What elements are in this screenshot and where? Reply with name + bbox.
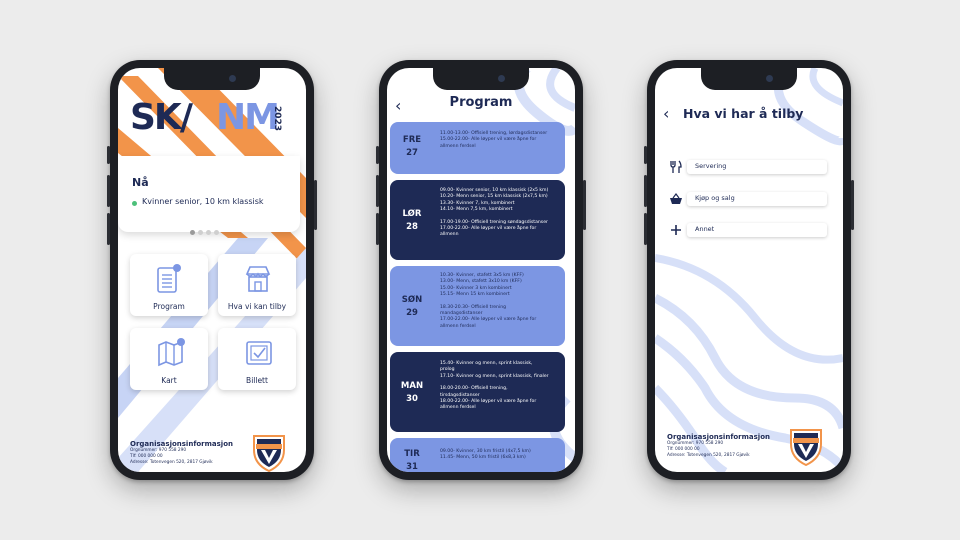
shopping-basket-icon <box>670 193 682 204</box>
phone-program: ‹ Program FRE 27 11.00-13.00- Offisiell t… <box>376 60 586 480</box>
day-block-fre[interactable]: FRE 27 11.00-13.00- Offisiell trening, lø… <box>390 122 565 174</box>
phone-offers: ‹ Hva vi har å tilby Servering ⌄ Kjøp og … <box>644 60 854 480</box>
chevron-down-icon: ⌄ <box>695 161 701 169</box>
tile-program[interactable]: Program <box>130 254 208 316</box>
offer-servering[interactable]: Servering ⌄ <box>669 160 829 176</box>
decorative-waves <box>655 68 843 472</box>
pager-dot[interactable] <box>214 230 219 235</box>
club-badge-logo <box>253 435 285 472</box>
day-label: SØN 29 <box>401 295 423 318</box>
pager-dot[interactable] <box>198 230 203 235</box>
plus-icon <box>671 225 681 235</box>
day-block-lor[interactable]: LØR 28 09.00- Kvinner senior, 10 km klass… <box>390 180 565 260</box>
offer-annet[interactable]: Annet ⌄ <box>669 223 829 239</box>
tile-label: Program <box>153 302 185 311</box>
live-status-dot <box>132 201 137 206</box>
day-block-son[interactable]: SØN 29 10.30- Kvinner, stafett 3x5 km (KF… <box>390 266 565 346</box>
offers-screen: ‹ Hva vi har å tilby Servering ⌄ Kjøp og … <box>655 68 843 472</box>
list-document-icon <box>157 264 181 293</box>
tile-label: Kart <box>161 376 177 385</box>
tile-map[interactable]: Kart <box>130 328 208 390</box>
day-events: 11.00-13.00- Offisiell trening, lørdagsd… <box>440 131 548 149</box>
chevron-down-icon: ⌄ <box>695 224 701 232</box>
org-title: Organisasjonsinformasjon <box>667 433 771 441</box>
day-events: 09.00- Kvinner senior, 10 km klassisk (2… <box>440 188 549 238</box>
shop-icon <box>245 266 271 292</box>
tile-ticket[interactable]: Billett <box>218 328 296 390</box>
day-block-tir[interactable]: TIR 31 09.00- Kvinner, 30 km fristil (4x7… <box>390 438 565 472</box>
offer-kjop-og-salg[interactable]: Kjøp og salg ⌄ <box>669 192 829 208</box>
day-label: MAN 30 <box>400 381 424 404</box>
now-title: Nå <box>132 176 149 189</box>
day-events: 10.30- Kvinner, stafett 3x5 km (KFF) 13.… <box>440 273 537 329</box>
map-icon <box>158 338 185 367</box>
day-events: 15.40- Kvinner og menn, sprint klassisk,… <box>440 361 549 411</box>
program-screen: ‹ Program FRE 27 11.00-13.00- Offisiell t… <box>387 68 575 472</box>
pager-dot[interactable] <box>206 230 211 235</box>
carousel-pager[interactable] <box>190 220 222 239</box>
org-title: Organisasjonsinformasjon <box>130 440 234 448</box>
pager-dot[interactable] <box>190 230 195 235</box>
ticket-check-icon <box>246 341 272 365</box>
page-title: Hva vi har å tilby <box>683 106 804 121</box>
day-block-man[interactable]: MAN 30 15.40- Kvinner og menn, sprint kla… <box>390 352 565 432</box>
back-button[interactable]: ‹ <box>663 104 669 123</box>
phone-home: SK/ NM 2023 Nå Kvinner senior, 10 km kla… <box>107 60 317 480</box>
tile-label: Billett <box>246 376 268 385</box>
fork-knife-icon <box>670 160 682 173</box>
current-event: Kvinner senior, 10 km klassisk <box>142 197 264 206</box>
org-info: Organisasjonsinformasjon Orgnummer: 970 … <box>130 440 234 465</box>
org-info: Organisasjonsinformasjon Orgnummer: 970 … <box>667 433 771 458</box>
day-label: FRE 27 <box>402 135 422 158</box>
day-events: 09.00- Kvinner, 30 km fristil (4x7,5 km)… <box>440 449 531 461</box>
tile-offers[interactable]: Hva vi kan tilby <box>218 254 296 316</box>
skinm-logo: SK/ NM 2023 <box>130 97 282 138</box>
day-label: LØR 28 <box>402 209 422 232</box>
chevron-down-icon: ⌄ <box>695 193 701 201</box>
page-title: Program <box>449 95 513 110</box>
tile-label: Hva vi kan tilby <box>227 302 287 311</box>
logo-year: 2023 <box>272 106 282 132</box>
now-card[interactable]: Nå Kvinner senior, 10 km klassisk <box>118 156 300 235</box>
club-badge-logo <box>790 429 822 466</box>
day-label: TIR 31 <box>404 449 420 472</box>
home-screen: SK/ NM 2023 Nå Kvinner senior, 10 km kla… <box>118 68 306 472</box>
